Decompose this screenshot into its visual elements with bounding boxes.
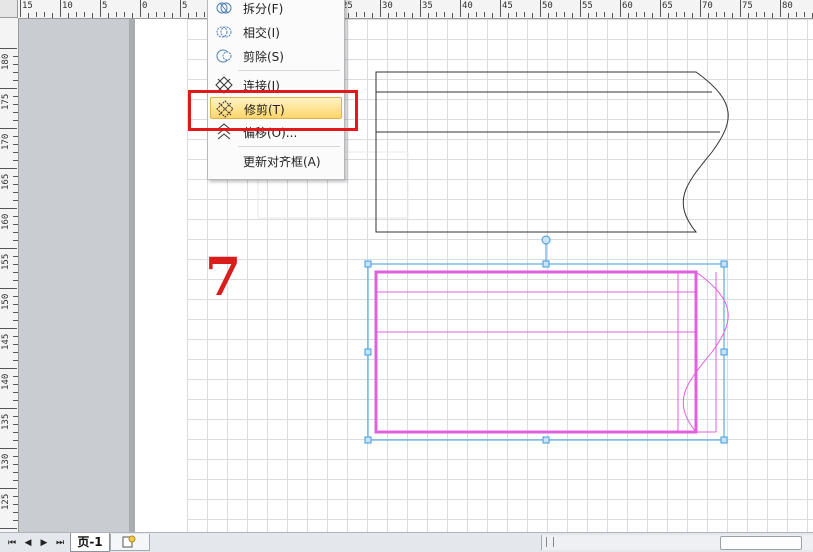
selected-shape[interactable] — [374, 270, 729, 434]
subtract-icon — [216, 49, 232, 63]
menu-item-label: 剪除(S) — [243, 50, 284, 64]
menu-separator — [238, 70, 340, 71]
scrollbar-thumb[interactable] — [720, 536, 802, 550]
last-page-button[interactable]: ⏭ — [54, 537, 66, 549]
rotation-handle[interactable] — [541, 235, 551, 264]
horizontal-scrollbar[interactable] — [541, 535, 813, 550]
menu-item-split[interactable]: 拆分(F) — [210, 0, 342, 19]
next-page-button[interactable]: ▶ — [38, 537, 50, 549]
page-tab[interactable]: 页-1 — [70, 533, 110, 552]
selection-box — [367, 263, 725, 441]
step-number: 7 — [205, 247, 242, 308]
menu-item-label: 拆分(F) — [243, 2, 284, 16]
insert-page-tab[interactable] — [110, 534, 150, 551]
insert-page-icon — [122, 535, 136, 548]
menu-item-label: 更新对齐框(A) — [243, 155, 321, 169]
first-page-button[interactable]: ⏮ — [6, 537, 18, 549]
prev-page-button[interactable]: ◀ — [22, 537, 34, 549]
menu-item-label: 相交(I) — [243, 26, 280, 40]
shapes-layer — [257, 71, 729, 444]
resize-handles[interactable] — [364, 260, 728, 444]
menu-item-update-alignment-box[interactable]: 更新对齐框(A) — [210, 150, 342, 172]
original-shape[interactable] — [375, 71, 729, 233]
highlight-annotation — [188, 90, 358, 131]
menu-item-subtract[interactable]: 剪除(S) — [210, 45, 342, 67]
scrollbar-splitter[interactable] — [546, 537, 554, 547]
intersect-icon — [216, 26, 232, 38]
split-icon — [216, 2, 232, 14]
menu-separator — [238, 146, 340, 147]
page-tab-bar: ⏮ ◀ ▶ ⏭ 页-1 — [0, 532, 813, 552]
menu-item-intersect[interactable]: 相交(I) — [210, 21, 342, 43]
